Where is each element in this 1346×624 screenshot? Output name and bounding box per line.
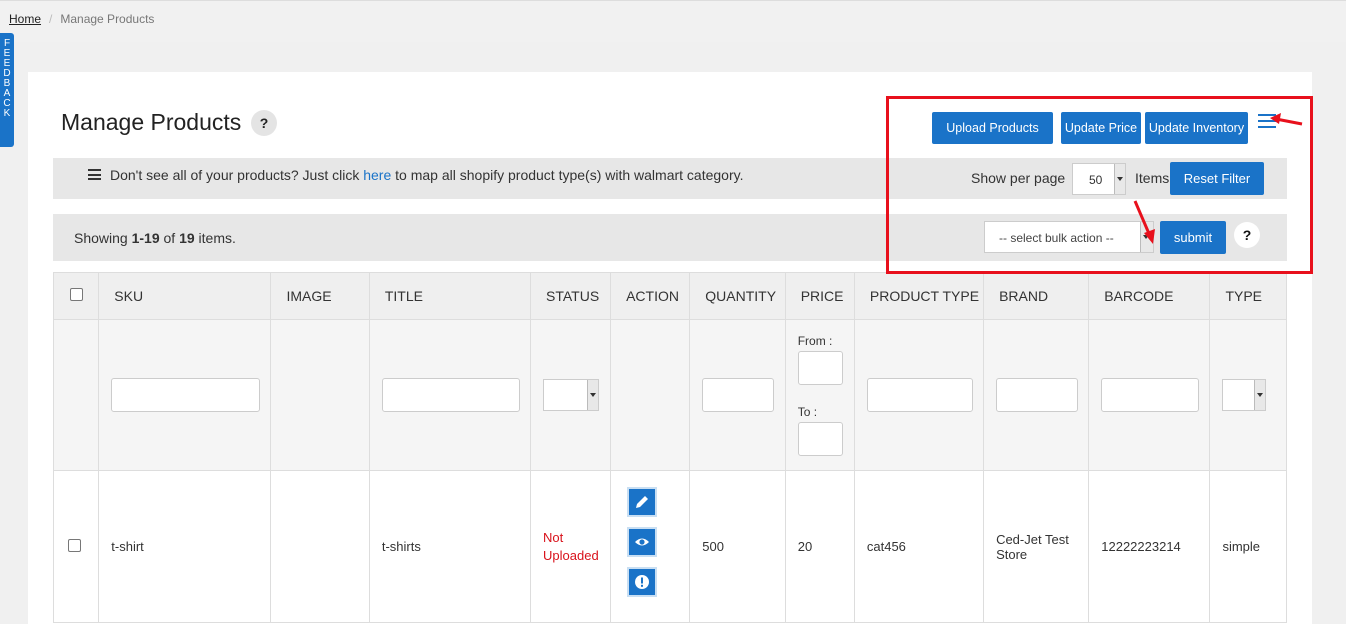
annotation-overlay xyxy=(1133,113,1303,244)
arrow-annotation-icon xyxy=(1270,113,1303,126)
arrow-annotation-icon xyxy=(1133,200,1155,244)
